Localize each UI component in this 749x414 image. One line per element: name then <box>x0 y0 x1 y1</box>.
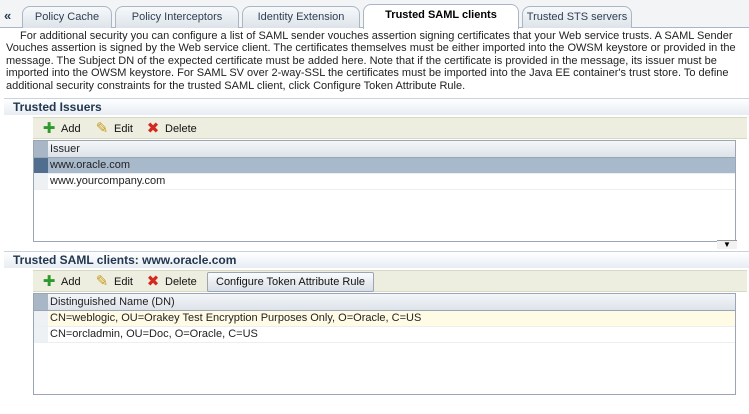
table-row[interactable]: www.oracle.com <box>34 158 735 174</box>
clients-edit-label: Edit <box>114 276 133 288</box>
x-icon: ✖ <box>146 273 160 290</box>
issuers-table-header: Issuer <box>34 141 735 158</box>
trusted-saml-clients-header: Trusted SAML clients: www.oracle.com <box>4 251 749 268</box>
pencil-icon: ✎ <box>95 273 109 290</box>
description-text: For additional security you can configur… <box>6 30 736 92</box>
row-selector[interactable] <box>34 311 48 326</box>
tab-trusted-saml-clients[interactable]: Trusted SAML clients <box>363 4 519 29</box>
table-row[interactable]: CN=weblogic, OU=Orakey Test Encryption P… <box>34 311 735 327</box>
issuers-add-label: Add <box>61 123 81 135</box>
row-header-cell <box>34 294 48 310</box>
issuers-toolbar: ✚ Add ✎ Edit ✖ Delete <box>33 117 747 139</box>
clients-toolbar: ✚ Add ✎ Edit ✖ Delete Configure Token At… <box>33 270 747 292</box>
trusted-issuers-title: Trusted Issuers <box>13 100 102 114</box>
x-icon: ✖ <box>146 120 160 137</box>
issuers-delete-button[interactable]: ✖ Delete <box>146 120 197 138</box>
issuers-edit-button[interactable]: ✎ Edit <box>95 120 133 138</box>
clients-table-header: Distinguished Name (DN) <box>34 294 735 311</box>
scroll-down-icon[interactable]: ▼ <box>717 240 737 249</box>
clients-delete-button[interactable]: ✖ Delete <box>146 273 197 291</box>
trusted-issuers-header: Trusted Issuers <box>4 98 749 115</box>
row-selector[interactable] <box>34 158 48 173</box>
tab-scroll-left-icon[interactable]: « <box>4 8 11 23</box>
issuers-delete-label: Delete <box>165 123 197 135</box>
pencil-icon: ✎ <box>95 120 109 137</box>
issuers-table: Issuer www.oracle.com www.yourcompany.co… <box>33 140 736 242</box>
tab-policy-cache[interactable]: Policy Cache <box>22 6 112 28</box>
tab-policy-interceptors[interactable]: Policy Interceptors <box>115 6 239 28</box>
trusted-saml-clients-title: Trusted SAML clients: www.oracle.com <box>13 253 237 267</box>
clients-add-label: Add <box>61 276 81 288</box>
issuers-add-button[interactable]: ✚ Add <box>42 120 81 138</box>
issuer-cell: www.yourcompany.com <box>50 175 166 187</box>
tab-bar: « Policy Cache Policy Interceptors Ident… <box>0 0 749 29</box>
clients-delete-label: Delete <box>165 276 197 288</box>
dn-cell: CN=weblogic, OU=Orakey Test Encryption P… <box>50 312 422 324</box>
row-header-cell <box>34 141 48 157</box>
plus-icon: ✚ <box>42 120 56 137</box>
table-row[interactable]: CN=orcladmin, OU=Doc, O=Oracle, C=US <box>34 327 735 343</box>
dn-cell: CN=orcladmin, OU=Doc, O=Oracle, C=US <box>50 328 258 340</box>
plus-icon: ✚ <box>42 273 56 290</box>
row-selector[interactable] <box>34 327 48 342</box>
clients-edit-button[interactable]: ✎ Edit <box>95 273 133 291</box>
row-selector[interactable] <box>34 174 48 189</box>
tab-trusted-sts-servers[interactable]: Trusted STS servers <box>522 6 632 28</box>
issuers-edit-label: Edit <box>114 123 133 135</box>
issuer-column-header[interactable]: Issuer <box>50 143 80 155</box>
dn-column-header[interactable]: Distinguished Name (DN) <box>50 296 175 308</box>
clients-add-button[interactable]: ✚ Add <box>42 273 81 291</box>
tab-identity-extension[interactable]: Identity Extension <box>242 6 360 28</box>
clients-table: Distinguished Name (DN) CN=weblogic, OU=… <box>33 293 736 395</box>
table-row[interactable]: www.yourcompany.com <box>34 174 735 190</box>
configure-token-attribute-rule-button[interactable]: Configure Token Attribute Rule <box>207 272 374 292</box>
issuer-cell: www.oracle.com <box>50 159 131 171</box>
